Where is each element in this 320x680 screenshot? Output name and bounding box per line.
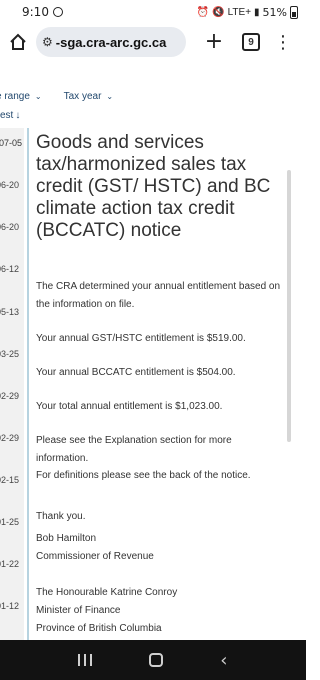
recent-apps-icon[interactable]: [78, 654, 93, 666]
filter-row: e range ⌄ Tax year ⌄: [0, 84, 306, 108]
sort-arrow-icon: ↓: [15, 110, 21, 121]
more-menu-icon[interactable]: ⋮: [274, 32, 292, 53]
address-bar[interactable]: ⚙ -sga.cra-arc.gc.ca: [36, 27, 186, 57]
home-icon[interactable]: [6, 30, 30, 54]
alarm-icon: ⏰: [196, 6, 210, 18]
status-time: 9:10: [22, 5, 49, 19]
status-bar: 9:10 ⏰ 🔇 LTE+ ▮ 51%: [0, 0, 306, 24]
total-entitlement: Your total annual entitlement is $1,023.…: [36, 401, 223, 412]
chevron-down-icon: ⌄: [34, 91, 42, 101]
date-item[interactable]: 05-13: [0, 307, 19, 317]
signer-1-title: Commissioner of Revenue: [36, 551, 154, 562]
tax-year-filter[interactable]: Tax year ⌄: [64, 91, 114, 102]
signer-2-org: Province of British Columbia: [36, 623, 162, 634]
date-item[interactable]: 06-20: [0, 222, 19, 232]
notice-panel: Goods and services tax/harmonized sales …: [29, 128, 286, 640]
network-type: LTE+: [227, 6, 252, 18]
date-item[interactable]: 02-29: [0, 391, 19, 401]
scrollbar[interactable]: [287, 170, 291, 442]
bccatc-entitlement: Your annual BCCATC entitlement is $504.0…: [36, 367, 236, 378]
date-range-filter[interactable]: e range ⌄: [0, 91, 42, 102]
sync-status-icon: [52, 7, 63, 17]
date-item[interactable]: -07-05: [0, 138, 22, 148]
new-tab-icon[interactable]: +: [202, 31, 226, 53]
battery-percent: 51%: [262, 5, 287, 19]
url-text[interactable]: -sga.cra-arc.gc.ca: [56, 35, 167, 50]
signal-icon: ▮: [254, 6, 260, 18]
thank-you: Thank you.: [36, 511, 86, 522]
tax-year-label: Tax year: [63, 90, 102, 102]
date-item[interactable]: 02-29: [0, 433, 19, 443]
site-settings-icon[interactable]: ⚙: [42, 35, 53, 49]
date-item[interactable]: 01-12: [0, 601, 19, 611]
mute-icon: 🔇: [212, 6, 225, 18]
tab-switcher-button[interactable]: 9: [242, 33, 260, 51]
status-right: ⏰ 🔇 LTE+ ▮ 51%: [196, 5, 298, 19]
signer-1-name: Bob Hamilton: [36, 533, 97, 544]
notice-title: Goods and services tax/harmonized sales …: [36, 132, 271, 241]
entitlement-intro: The CRA determined your annual entitleme…: [36, 281, 281, 310]
date-item[interactable]: 01-22: [0, 559, 19, 569]
browser-toolbar: ⚙ -sga.cra-arc.gc.ca + 9 ⋮: [0, 24, 306, 60]
date-item[interactable]: 01-25: [0, 517, 19, 527]
battery-icon: [290, 5, 298, 19]
date-item[interactable]: 03-25: [0, 349, 19, 359]
date-list: -07-05 06-20 06-20 06-12 05-13 03-25 02-…: [0, 128, 24, 640]
date-item[interactable]: 06-20: [0, 180, 19, 190]
date-item[interactable]: 02-15: [0, 475, 19, 485]
sort-control[interactable]: est ↓: [0, 110, 20, 121]
home-nav-icon[interactable]: [149, 653, 164, 667]
signer-2-title: Minister of Finance: [36, 605, 121, 616]
date-range-label: e range: [0, 90, 30, 102]
system-nav-bar: ‹: [0, 640, 306, 680]
chevron-down-icon: ⌄: [106, 91, 114, 101]
definitions-note: For definitions please see the back of t…: [36, 470, 251, 481]
date-item[interactable]: 06-12: [0, 264, 19, 274]
explanation-note: Please see the Explanation section for m…: [36, 435, 232, 464]
gst-entitlement: Your annual GST/HSTC entitlement is $519…: [36, 333, 246, 344]
sort-label: est: [0, 110, 14, 121]
back-icon[interactable]: ‹: [220, 650, 227, 671]
signer-2-name: The Honourable Katrine Conroy: [36, 587, 178, 598]
